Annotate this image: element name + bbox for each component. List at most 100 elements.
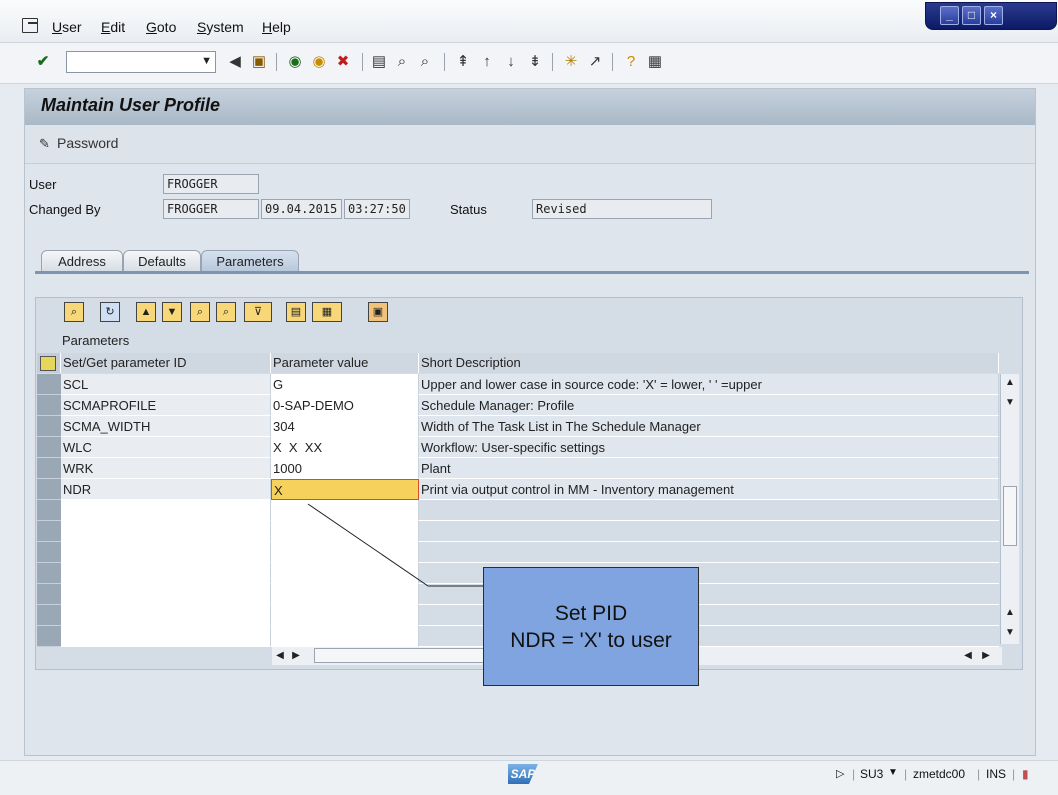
row-selector[interactable] — [37, 605, 61, 626]
tab-address[interactable]: Address — [41, 250, 123, 273]
shortcut-icon[interactable]: ↗ — [586, 53, 604, 71]
scroll-left-icon[interactable]: ◀ — [272, 647, 288, 665]
table-row[interactable]: SCMA_WIDTH 304 Width of The Task List in… — [37, 416, 999, 437]
empty-cell[interactable] — [61, 605, 271, 626]
layout-icon[interactable]: ▦ — [646, 53, 664, 71]
scroll-right-icon[interactable]: ▶ — [288, 647, 304, 665]
cell-parameter-value[interactable]: 304 — [271, 416, 419, 437]
row-selector[interactable] — [37, 626, 61, 647]
table-row[interactable]: NDR X Print via output control in MM - I… — [37, 479, 999, 500]
last-page-icon[interactable]: ⇟ — [526, 53, 544, 71]
empty-row[interactable] — [37, 500, 999, 521]
create-session-icon[interactable]: ✳ — [562, 53, 580, 71]
empty-cell[interactable] — [271, 605, 419, 626]
menu-goto[interactable]: Goto — [146, 19, 176, 35]
row-selector[interactable] — [37, 584, 61, 605]
maximize-icon[interactable]: □ — [962, 6, 981, 25]
empty-cell[interactable] — [61, 584, 271, 605]
scroll-down-icon[interactable]: ▼ — [1001, 624, 1019, 642]
empty-cell[interactable] — [61, 626, 271, 647]
empty-cell[interactable] — [61, 563, 271, 584]
vertical-scrollbar[interactable]: ▲ ▼ ▲ ▼ — [1000, 374, 1019, 644]
vertical-scroll-thumb[interactable] — [1003, 486, 1017, 546]
table-row[interactable]: SCL G Upper and lower case in source cod… — [37, 374, 999, 395]
scroll-down-icon[interactable]: ▼ — [1001, 394, 1019, 412]
menu-edit[interactable]: Edit — [101, 19, 125, 35]
column-header-description[interactable]: Short Description — [419, 353, 999, 373]
chevron-down-icon[interactable]: ▼ — [888, 767, 898, 778]
cell-parameter-value[interactable]: G — [271, 374, 419, 395]
menu-system[interactable]: System — [197, 19, 244, 35]
export-icon[interactable]: ▣ — [368, 302, 388, 322]
scroll-left-icon[interactable]: ◀ — [960, 647, 976, 665]
menu-user[interactable]: User — [52, 19, 82, 35]
first-page-icon[interactable]: ⇞ — [454, 53, 472, 71]
chevron-down-icon[interactable]: ▼ — [201, 55, 212, 67]
column-header-value[interactable]: Parameter value — [271, 353, 419, 373]
print-icon[interactable]: ▤ — [370, 53, 388, 71]
row-selector[interactable] — [37, 521, 61, 542]
find-next-icon[interactable]: ⌕ — [216, 302, 236, 322]
changed-time-field[interactable]: 03:27:50 — [344, 199, 410, 219]
password-button[interactable]: Password — [57, 135, 118, 151]
row-selector[interactable] — [37, 479, 61, 500]
row-selector[interactable] — [37, 458, 61, 479]
save-icon[interactable]: ▣ — [250, 53, 268, 71]
details-icon[interactable]: ⌕ — [64, 302, 84, 322]
select-all-icon[interactable] — [37, 353, 61, 373]
user-field[interactable]: FROGGER — [163, 174, 259, 194]
status-insert-mode[interactable]: INS — [986, 767, 1006, 781]
scroll-up-icon[interactable]: ▲ — [1001, 604, 1019, 622]
menu-help[interactable]: Help — [262, 19, 291, 35]
empty-cell[interactable] — [61, 542, 271, 563]
changed-date-field[interactable]: 09.04.2015 — [261, 199, 342, 219]
refresh-icon[interactable]: ↻ — [100, 302, 120, 322]
status-expand-icon[interactable]: ▷ — [836, 767, 844, 780]
row-selector[interactable] — [37, 395, 61, 416]
find-icon[interactable]: ⌕ — [393, 53, 411, 71]
help-icon[interactable]: ? — [622, 53, 640, 71]
prev-page-icon[interactable]: ↑ — [478, 53, 496, 71]
print-icon[interactable]: ▤ — [286, 302, 306, 322]
table-row[interactable]: WRK 1000 Plant — [37, 458, 999, 479]
row-selector[interactable] — [37, 416, 61, 437]
table-row[interactable]: WLC X X XX Workflow: User-specific setti… — [37, 437, 999, 458]
row-selector[interactable] — [37, 500, 61, 521]
sort-descending-icon[interactable]: ▼ — [162, 302, 182, 322]
row-selector[interactable] — [37, 542, 61, 563]
scroll-up-icon[interactable]: ▲ — [1001, 374, 1019, 392]
cancel-icon[interactable]: ✖ — [334, 53, 352, 71]
back-green-icon[interactable]: ◉ — [286, 53, 304, 71]
table-row[interactable]: SCMAPROFILE 0-SAP-DEMO Schedule Manager:… — [37, 395, 999, 416]
row-selector[interactable] — [37, 374, 61, 395]
column-header-id[interactable]: Set/Get parameter ID — [61, 353, 271, 373]
close-icon[interactable]: × — [984, 6, 1003, 25]
cell-parameter-value[interactable]: 0-SAP-DEMO — [271, 395, 419, 416]
empty-cell[interactable] — [61, 521, 271, 542]
next-page-icon[interactable]: ↓ — [502, 53, 520, 71]
scroll-right-icon[interactable]: ▶ — [978, 647, 994, 665]
minimize-icon[interactable]: _ — [940, 6, 959, 25]
layout-icon[interactable]: ▦ — [312, 302, 342, 322]
command-field[interactable]: ▼ — [66, 51, 216, 73]
back-icon[interactable]: ◀ — [226, 53, 244, 71]
menu-window-icon[interactable] — [22, 18, 38, 33]
enter-icon[interactable]: ✔ — [34, 53, 52, 71]
find-next-icon[interactable]: ⌕ — [416, 53, 434, 71]
cell-parameter-value-focused[interactable]: X — [271, 479, 419, 500]
empty-row[interactable] — [37, 521, 999, 542]
empty-cell[interactable] — [61, 500, 271, 521]
status-field[interactable]: Revised — [532, 199, 712, 219]
filter-icon[interactable]: ⊽ — [244, 302, 272, 322]
tab-parameters[interactable]: Parameters — [201, 250, 299, 273]
find-icon[interactable]: ⌕ — [190, 302, 210, 322]
row-selector[interactable] — [37, 437, 61, 458]
status-transaction[interactable]: SU3 — [860, 767, 883, 781]
sort-ascending-icon[interactable]: ▲ — [136, 302, 156, 322]
cell-parameter-value[interactable]: 1000 — [271, 458, 419, 479]
tab-defaults[interactable]: Defaults — [123, 250, 201, 273]
row-selector[interactable] — [37, 563, 61, 584]
changed-by-field[interactable]: FROGGER — [163, 199, 259, 219]
empty-cell[interactable] — [271, 626, 419, 647]
cell-parameter-value[interactable]: X X XX — [271, 437, 419, 458]
